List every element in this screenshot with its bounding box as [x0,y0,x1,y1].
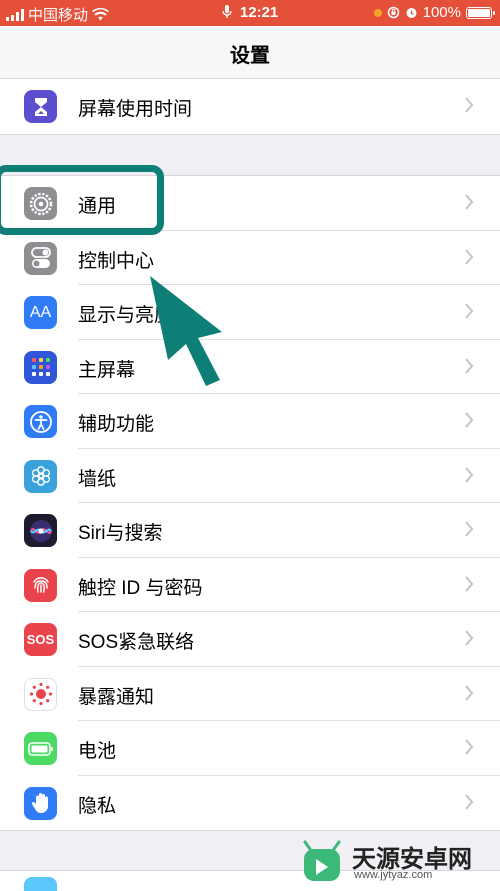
settings-row-label: 隐私 [78,795,117,817]
settings-row-label: 屏幕使用时间 [78,99,193,120]
alarm-icon [406,8,417,18]
chevron-right-icon [465,303,474,319]
text-size-icon-text: AA [29,303,52,321]
settings-row-label: SOS紧急联络 [78,632,195,653]
settings-row-touch-id-passcode[interactable]: 触控 ID 与密码 [0,558,500,612]
chevron-right-icon [465,97,474,113]
settings-row-label: 电池 [78,741,117,762]
orientation-lock-icon [387,6,399,19]
settings-row-label: 暴露通知 [78,686,155,708]
battery-percent: 100% [422,4,461,21]
recording-dot-icon [373,8,382,17]
settings-row-battery[interactable]: 电池 [0,721,500,776]
settings-row-display-brightness[interactable]: AA 显示与亮度 [0,285,500,340]
highlight-box [0,165,164,235]
chevron-right-icon [465,575,474,592]
settings-row-label: Siri与搜索 [78,523,163,544]
chevron-right-icon [465,684,474,701]
chevron-right-icon [465,248,474,265]
navigation-bar: 设置 [0,26,500,79]
settings-row-screen-time[interactable]: 屏幕使用时间 [0,79,500,134]
settings-row-label: 墙纸 [78,468,117,490]
toggles-icon [24,241,57,275]
chevron-right-icon [465,412,474,428]
fingerprint-icon [24,568,57,602]
settings-group-screen-time: 屏幕使用时间 [0,78,500,135]
clock: 12:21 [239,4,279,21]
sos-icon: SOS [24,623,57,656]
battery-status-icon [466,6,495,19]
microphone-icon [222,5,232,18]
battery-icon [24,732,57,765]
exposure-icon [24,677,57,711]
chevron-right-icon [465,793,474,810]
settings-row-exposure-notifications[interactable]: 暴露通知 [0,667,500,721]
page-title: 设置 [230,45,270,67]
settings-row-label: 触控 ID 与密码 [78,577,203,599]
chevron-right-icon [465,521,474,537]
watermark-logo-icon [303,840,341,881]
settings-row-siri-search[interactable]: Siri与搜索 [0,503,500,558]
settings-group-main: 通用 控制中心 AA 显示与亮度 主屏幕 辅助功能 墙纸 Siri与搜索 触控 … [0,175,500,831]
watermark-url: www.jytyaz.com [354,869,433,881]
chevron-right-icon [465,194,474,210]
app-grid-icon [24,350,57,384]
chevron-right-icon [465,357,474,374]
settings-row-label: 辅助功能 [78,414,155,435]
settings-row-wallpaper[interactable]: 墙纸 [0,449,500,503]
siri-icon [24,514,57,547]
status-bar: 中国移动 12:21 100% [0,0,500,26]
settings-row-control-center[interactable]: 控制中心 [0,231,500,285]
hourglass-icon [24,90,57,123]
accessibility-icon [24,405,57,438]
settings-row-accessibility[interactable]: 辅助功能 [0,394,500,449]
chevron-right-icon [465,739,474,755]
hand-icon [24,786,57,820]
chevron-right-icon [465,630,474,646]
flower-icon [24,459,57,493]
text-size-icon: AA [24,296,57,329]
sos-icon-text: SOS [26,632,55,647]
settings-row-privacy[interactable]: 隐私 [0,776,500,831]
watermark: 天源安卓网 www.jytyaz.com [294,837,494,887]
settings-row-label: 主屏幕 [78,359,136,381]
settings-row-home-screen[interactable]: 主屏幕 [0,340,500,394]
settings-row-emergency-sos[interactable]: SOS SOS紧急联络 [0,612,500,667]
chevron-right-icon [465,466,474,483]
pointer-arrow-icon [150,276,222,386]
